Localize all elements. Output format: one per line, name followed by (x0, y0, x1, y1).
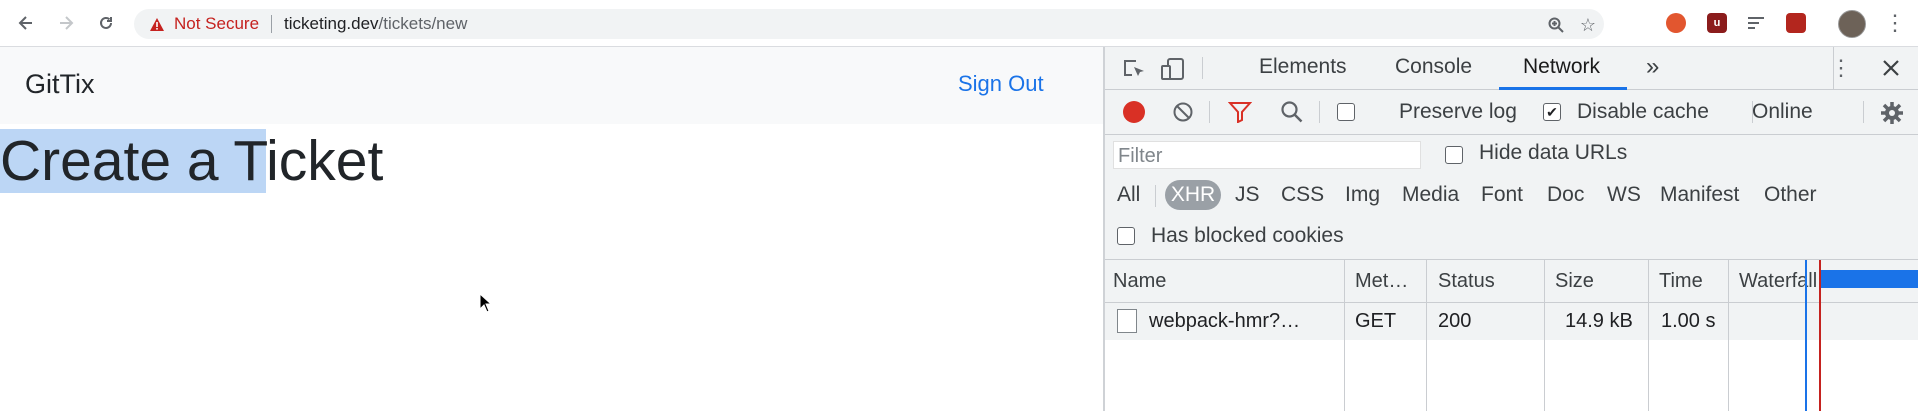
column-divider[interactable] (1648, 260, 1649, 411)
back-arrow-icon[interactable] (12, 9, 40, 37)
waterfall-domcontentloaded-line (1805, 260, 1807, 411)
forward-arrow-icon[interactable] (52, 9, 80, 37)
reading-list-icon[interactable] (1746, 13, 1766, 33)
warning-icon (148, 15, 166, 33)
reload-icon[interactable] (92, 9, 120, 37)
ublock-shield-icon[interactable]: u (1707, 13, 1727, 33)
column-divider[interactable] (1544, 260, 1545, 411)
hide-data-urls-checkbox[interactable] (1445, 146, 1463, 164)
inspect-element-icon[interactable] (1121, 57, 1147, 81)
column-divider[interactable] (1344, 260, 1345, 411)
mouse-cursor-icon (479, 293, 493, 313)
filter-funnel-icon[interactable] (1227, 100, 1253, 124)
zoom-icon[interactable] (1546, 15, 1566, 35)
column-name[interactable]: Name (1113, 270, 1166, 293)
column-time[interactable]: Time (1659, 270, 1703, 293)
type-manifest[interactable]: Manifest (1660, 183, 1739, 207)
filter-row: Filter Hide data URLs (1105, 135, 1918, 175)
type-css[interactable]: CSS (1281, 183, 1324, 207)
toolbar-divider (1209, 101, 1210, 123)
search-icon[interactable] (1279, 100, 1305, 124)
type-js[interactable]: JS (1235, 183, 1260, 207)
waterfall-timing-bar[interactable] (1821, 270, 1918, 288)
type-media[interactable]: Media (1402, 183, 1459, 207)
disable-cache-label[interactable]: Disable cache (1577, 100, 1709, 124)
url-host: ticketing.dev (284, 14, 379, 33)
file-icon (1117, 309, 1137, 333)
request-status: 200 (1438, 310, 1472, 332)
request-time: 1.00 s (1661, 310, 1716, 332)
extension-red-icon[interactable] (1666, 13, 1686, 33)
brand-link[interactable]: GitTix (25, 69, 95, 100)
more-tabs-chevron-icon[interactable]: » (1646, 53, 1659, 81)
browser-toolbar: Not Secure ticketing.dev/tickets/new ☆ u… (0, 0, 1918, 47)
devtools-menu-icon[interactable]: ⋮ (1830, 55, 1852, 81)
url-path: /tickets/new (378, 14, 468, 33)
request-size: 14.9 kB (1565, 310, 1633, 332)
network-settings-gear-icon[interactable] (1879, 100, 1905, 126)
app-navbar: GitTix Sign Out (0, 47, 1103, 124)
column-status[interactable]: Status (1438, 270, 1495, 293)
toolbar-divider-4 (1863, 101, 1864, 123)
device-toolbar-icon[interactable] (1159, 57, 1189, 81)
column-divider[interactable] (1728, 260, 1729, 411)
preserve-log-checkbox[interactable] (1337, 103, 1355, 121)
tab-network[interactable]: Network (1523, 55, 1600, 79)
url-text[interactable]: ticketing.dev/tickets/new (284, 14, 467, 34)
tab-elements[interactable]: Elements (1259, 55, 1347, 79)
page-title-rest: icket (266, 129, 384, 193)
tab-console[interactable]: Console (1395, 55, 1472, 79)
network-requests-table: Name Met… Status Size Time Waterfall ▲ w… (1105, 260, 1918, 411)
throttling-select[interactable]: Online (1752, 100, 1813, 124)
page-title: Create a Ticket (0, 125, 383, 197)
record-button[interactable] (1123, 101, 1145, 123)
type-divider (1155, 185, 1156, 207)
page-viewport: GitTix Sign Out Create a Ticket (0, 47, 1103, 411)
type-all[interactable]: All (1117, 183, 1140, 207)
omnibox-divider (271, 15, 273, 33)
preserve-log-label[interactable]: Preserve log (1399, 100, 1517, 124)
column-method[interactable]: Met… (1355, 270, 1408, 293)
profile-avatar[interactable] (1838, 10, 1866, 38)
blocked-cookies-row: Has blocked cookies (1105, 215, 1918, 260)
clear-icon[interactable] (1171, 100, 1195, 124)
request-name[interactable]: webpack-hmr?… (1149, 310, 1300, 333)
sign-out-link[interactable]: Sign Out (958, 71, 1044, 97)
devtools-panel: Elements Console Network » ⋮ Preserve lo… (1103, 47, 1918, 411)
request-method: GET (1355, 310, 1397, 332)
table-row[interactable]: webpack-hmr?… GET 200 14.9 kB 1.00 s (1105, 303, 1918, 340)
page-title-selected-text: Create a T (0, 129, 267, 193)
resource-type-filter: All XHR JS CSS Img Media Font Doc WS Man… (1105, 175, 1918, 215)
type-doc[interactable]: Doc (1547, 183, 1584, 207)
has-blocked-cookies-label[interactable]: Has blocked cookies (1151, 224, 1344, 248)
column-size[interactable]: Size (1555, 270, 1594, 293)
table-header: Name Met… Status Size Time Waterfall ▲ (1105, 260, 1918, 303)
filter-input[interactable]: Filter (1113, 141, 1421, 169)
close-devtools-icon[interactable] (1879, 55, 1903, 81)
omnibox[interactable]: Not Secure ticketing.dev/tickets/new ☆ (134, 9, 1604, 39)
network-toolbar: Preserve log ✔ Disable cache Online (1105, 90, 1918, 135)
type-other[interactable]: Other (1764, 183, 1817, 207)
type-img[interactable]: Img (1345, 183, 1380, 207)
extension-dark-red-icon[interactable] (1786, 13, 1806, 33)
type-ws[interactable]: WS (1607, 183, 1641, 207)
column-divider[interactable] (1426, 260, 1427, 411)
bookmark-star-icon[interactable]: ☆ (1578, 15, 1598, 35)
security-label[interactable]: Not Secure (174, 14, 259, 34)
toolbar-divider-2 (1319, 101, 1320, 123)
hide-data-urls-label[interactable]: Hide data URLs (1479, 141, 1627, 165)
disable-cache-checkbox[interactable]: ✔ (1543, 103, 1561, 121)
type-xhr[interactable]: XHR (1165, 180, 1221, 210)
devtools-tabbar: Elements Console Network » ⋮ (1105, 47, 1918, 90)
type-font[interactable]: Font (1481, 183, 1523, 207)
has-blocked-cookies-checkbox[interactable] (1117, 227, 1135, 245)
tabbar-divider (1202, 57, 1203, 79)
browser-menu-icon[interactable]: ⋮ (1884, 10, 1906, 36)
